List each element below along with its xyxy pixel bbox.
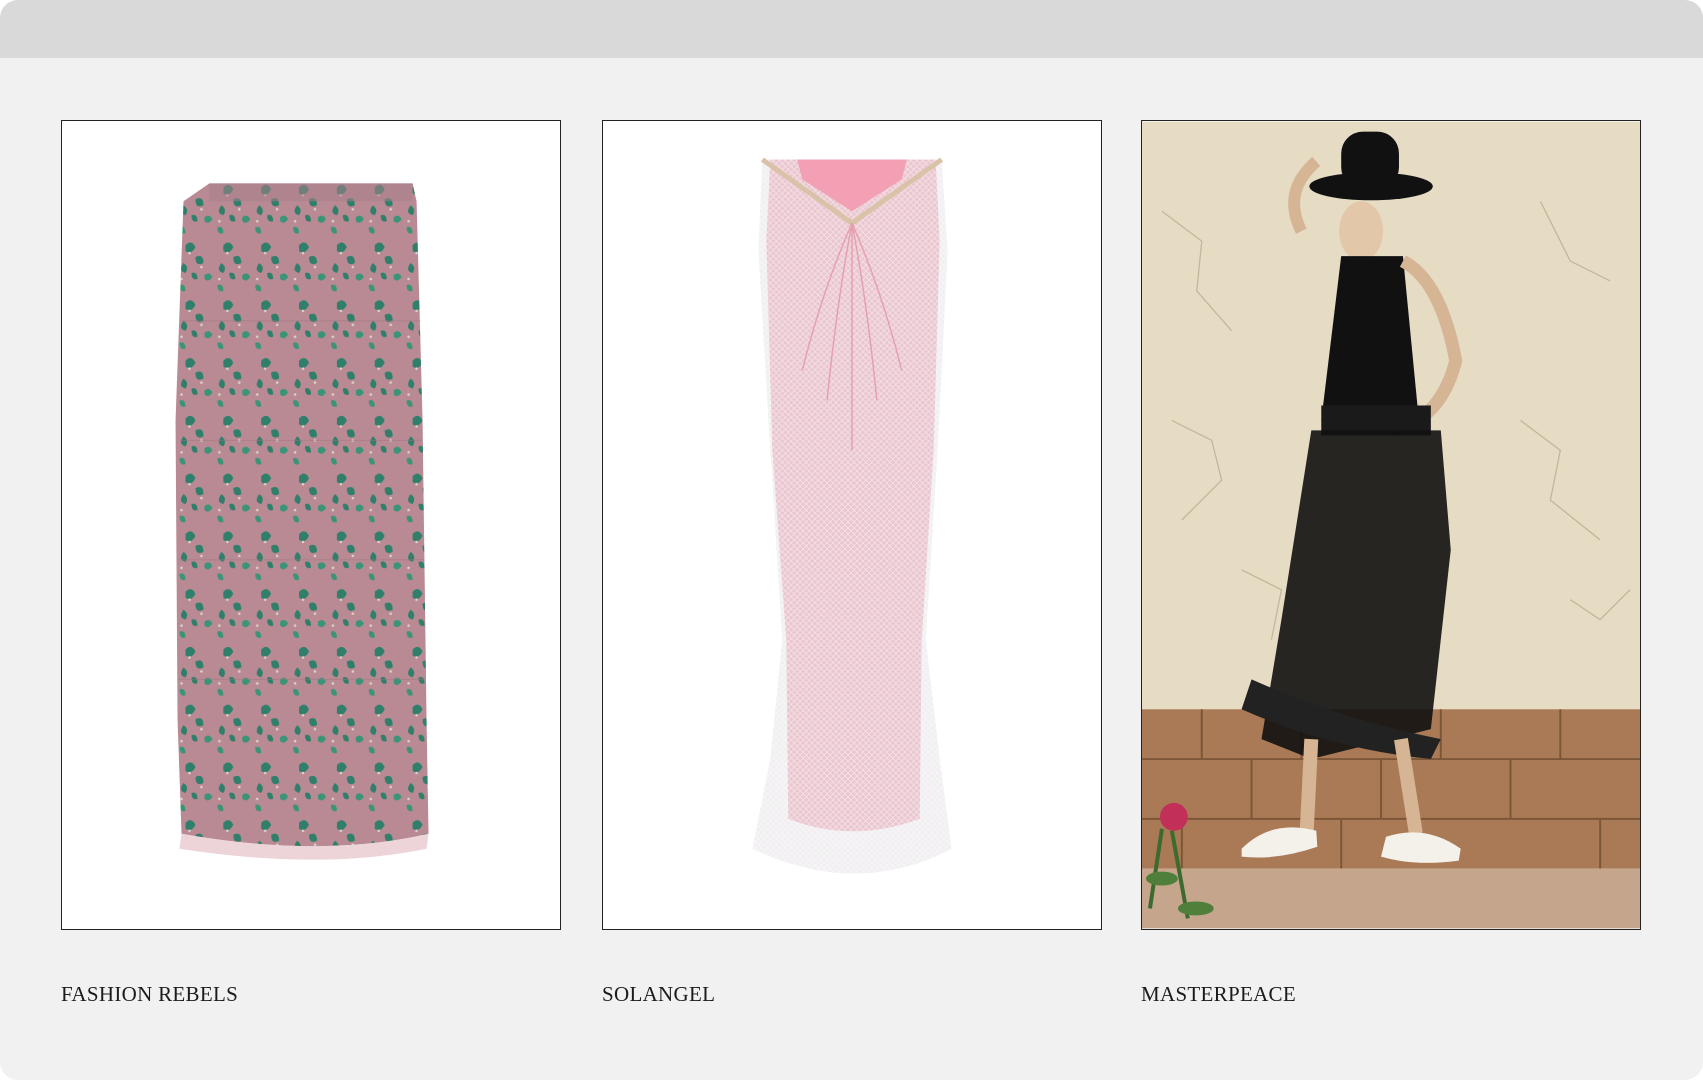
product-brand[interactable]: FASHION REBELS [61, 982, 238, 1007]
pink-crystal-mesh-maxi-skirt-image [752, 157, 952, 874]
product-card[interactable]: FASHION REBELS [61, 120, 561, 1006]
product-card[interactable]: SOLANGEL [602, 120, 1102, 1006]
product-brand[interactable]: SOLANGEL [602, 982, 715, 1007]
window-title-bar [0, 0, 1703, 58]
model-black-lace-ruffle-skirt-photo [1142, 121, 1640, 929]
product-image-frame[interactable] [602, 120, 1102, 930]
product-image-frame[interactable] [61, 120, 561, 930]
browser-window: FASHION REBELS SOLANGEL MASTERPEACE [0, 0, 1703, 1080]
pink-floral-lace-pencil-skirt-image [175, 183, 429, 860]
product-image-frame[interactable] [1141, 120, 1641, 930]
product-card[interactable]: MASTERPEACE [1141, 120, 1641, 1006]
product-brand[interactable]: MASTERPEACE [1141, 982, 1296, 1007]
